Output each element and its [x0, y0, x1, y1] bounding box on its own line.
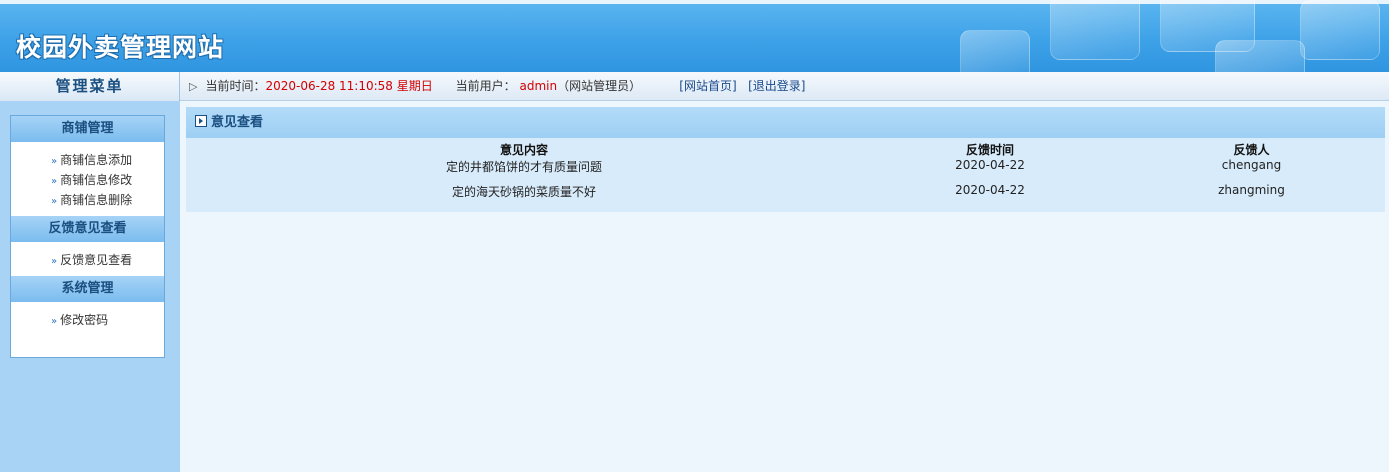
double-chevron-right-icon: » [51, 176, 58, 187]
menu-title: 管理菜单 [0, 72, 180, 101]
feedback-user: chengang [1221, 158, 1282, 172]
menu-item-shop-add[interactable]: » 商铺信息添加 [11, 150, 164, 170]
time-label: 当前时间： [205, 79, 266, 93]
status-bar: 管理菜单 ▷ 当前时间：2020-06-28 11:10:58 星期日 当前用户：… [0, 72, 1389, 101]
current-user: admin [519, 79, 558, 93]
feedback-user: zhangming [1218, 183, 1285, 197]
double-chevron-right-icon: » [51, 316, 58, 327]
column-header-time: 反馈时间 [965, 143, 1014, 157]
sidebar: 商铺管理 » 商铺信息添加 » 商铺信息修改 » 商铺信息删除 反馈意见查看 » 反馈意… [0, 101, 180, 472]
double-chevron-right-icon: » [51, 256, 58, 267]
logout-link[interactable]: [退出登录] [748, 79, 805, 93]
expand-icon [195, 115, 207, 127]
feedback-time: 2020-04-22 [955, 158, 1025, 172]
double-chevron-right-icon: » [51, 196, 58, 207]
double-chevron-right-icon: » [51, 156, 58, 167]
menu-group-feedback: 反馈意见查看 » 反馈意见查看 [11, 216, 164, 276]
site-title: 校园外卖管理网站 [16, 33, 225, 62]
triangle-right-icon: ▷ [189, 80, 198, 93]
column-header-content: 意见内容 [499, 143, 548, 157]
column-header-user: 反馈人 [1233, 143, 1270, 157]
keyboard-key-decoration [1215, 40, 1305, 72]
menu-group-title[interactable]: 商铺管理 [11, 116, 164, 142]
menu-item-shop-edit[interactable]: » 商铺信息修改 [11, 170, 164, 190]
menu-item-shop-delete[interactable]: » 商铺信息删除 [11, 190, 164, 210]
menu-group-title[interactable]: 系统管理 [11, 276, 164, 302]
feedback-panel: 意见查看 意见内容 反馈时间 反馈人 定的井都馅饼的才有质量问题 2020-04… [186, 107, 1385, 212]
user-role: （网站管理员） [557, 79, 642, 93]
main-content: 意见查看 意见内容 反馈时间 反馈人 定的井都馅饼的才有质量问题 2020-04… [180, 101, 1389, 472]
keyboard-key-decoration [960, 30, 1030, 72]
menu-group-shop: 商铺管理 » 商铺信息添加 » 商铺信息修改 » 商铺信息删除 [11, 116, 164, 216]
menu-item-feedback-view[interactable]: » 反馈意见查看 [11, 250, 164, 270]
panel-header: 意见查看 [186, 107, 1385, 138]
current-time: 2020-06-28 11:10:58 [265, 79, 393, 93]
table-header-row: 意见内容 反馈时间 反馈人 [186, 143, 1385, 157]
home-link[interactable]: [网站首页] [679, 79, 736, 93]
panel-title: 意见查看 [211, 115, 264, 130]
feedback-time: 2020-04-22 [955, 183, 1025, 197]
menu-group-title[interactable]: 反馈意见查看 [11, 216, 164, 242]
menu-group-system: 系统管理 » 修改密码 [11, 276, 164, 336]
table-row: 定的井都馅饼的才有质量问题 2020-04-22 chengang [186, 157, 1385, 182]
feedback-content: 定的井都馅饼的才有质量问题 [445, 160, 602, 174]
sidebar-menu: 商铺管理 » 商铺信息添加 » 商铺信息修改 » 商铺信息删除 反馈意见查看 » 反馈意… [10, 115, 165, 358]
keyboard-key-decoration [1300, 0, 1380, 60]
session-info: ▷ 当前时间：2020-06-28 11:10:58 星期日 当前用户： admi… [189, 72, 806, 101]
header-banner: 校园外卖管理网站 [0, 0, 1389, 72]
menu-item-change-password[interactable]: » 修改密码 [11, 310, 164, 330]
weekday: 星期日 [396, 79, 433, 93]
table-row: 定的海天砂锅的菜质量不好 2020-04-22 zhangming [186, 182, 1385, 207]
feedback-content: 定的海天砂锅的菜质量不好 [451, 185, 596, 199]
user-label: 当前用户： [455, 79, 516, 93]
keyboard-key-decoration [1050, 0, 1140, 60]
feedback-table: 意见内容 反馈时间 反馈人 定的井都馅饼的才有质量问题 2020-04-22 c… [186, 143, 1385, 207]
